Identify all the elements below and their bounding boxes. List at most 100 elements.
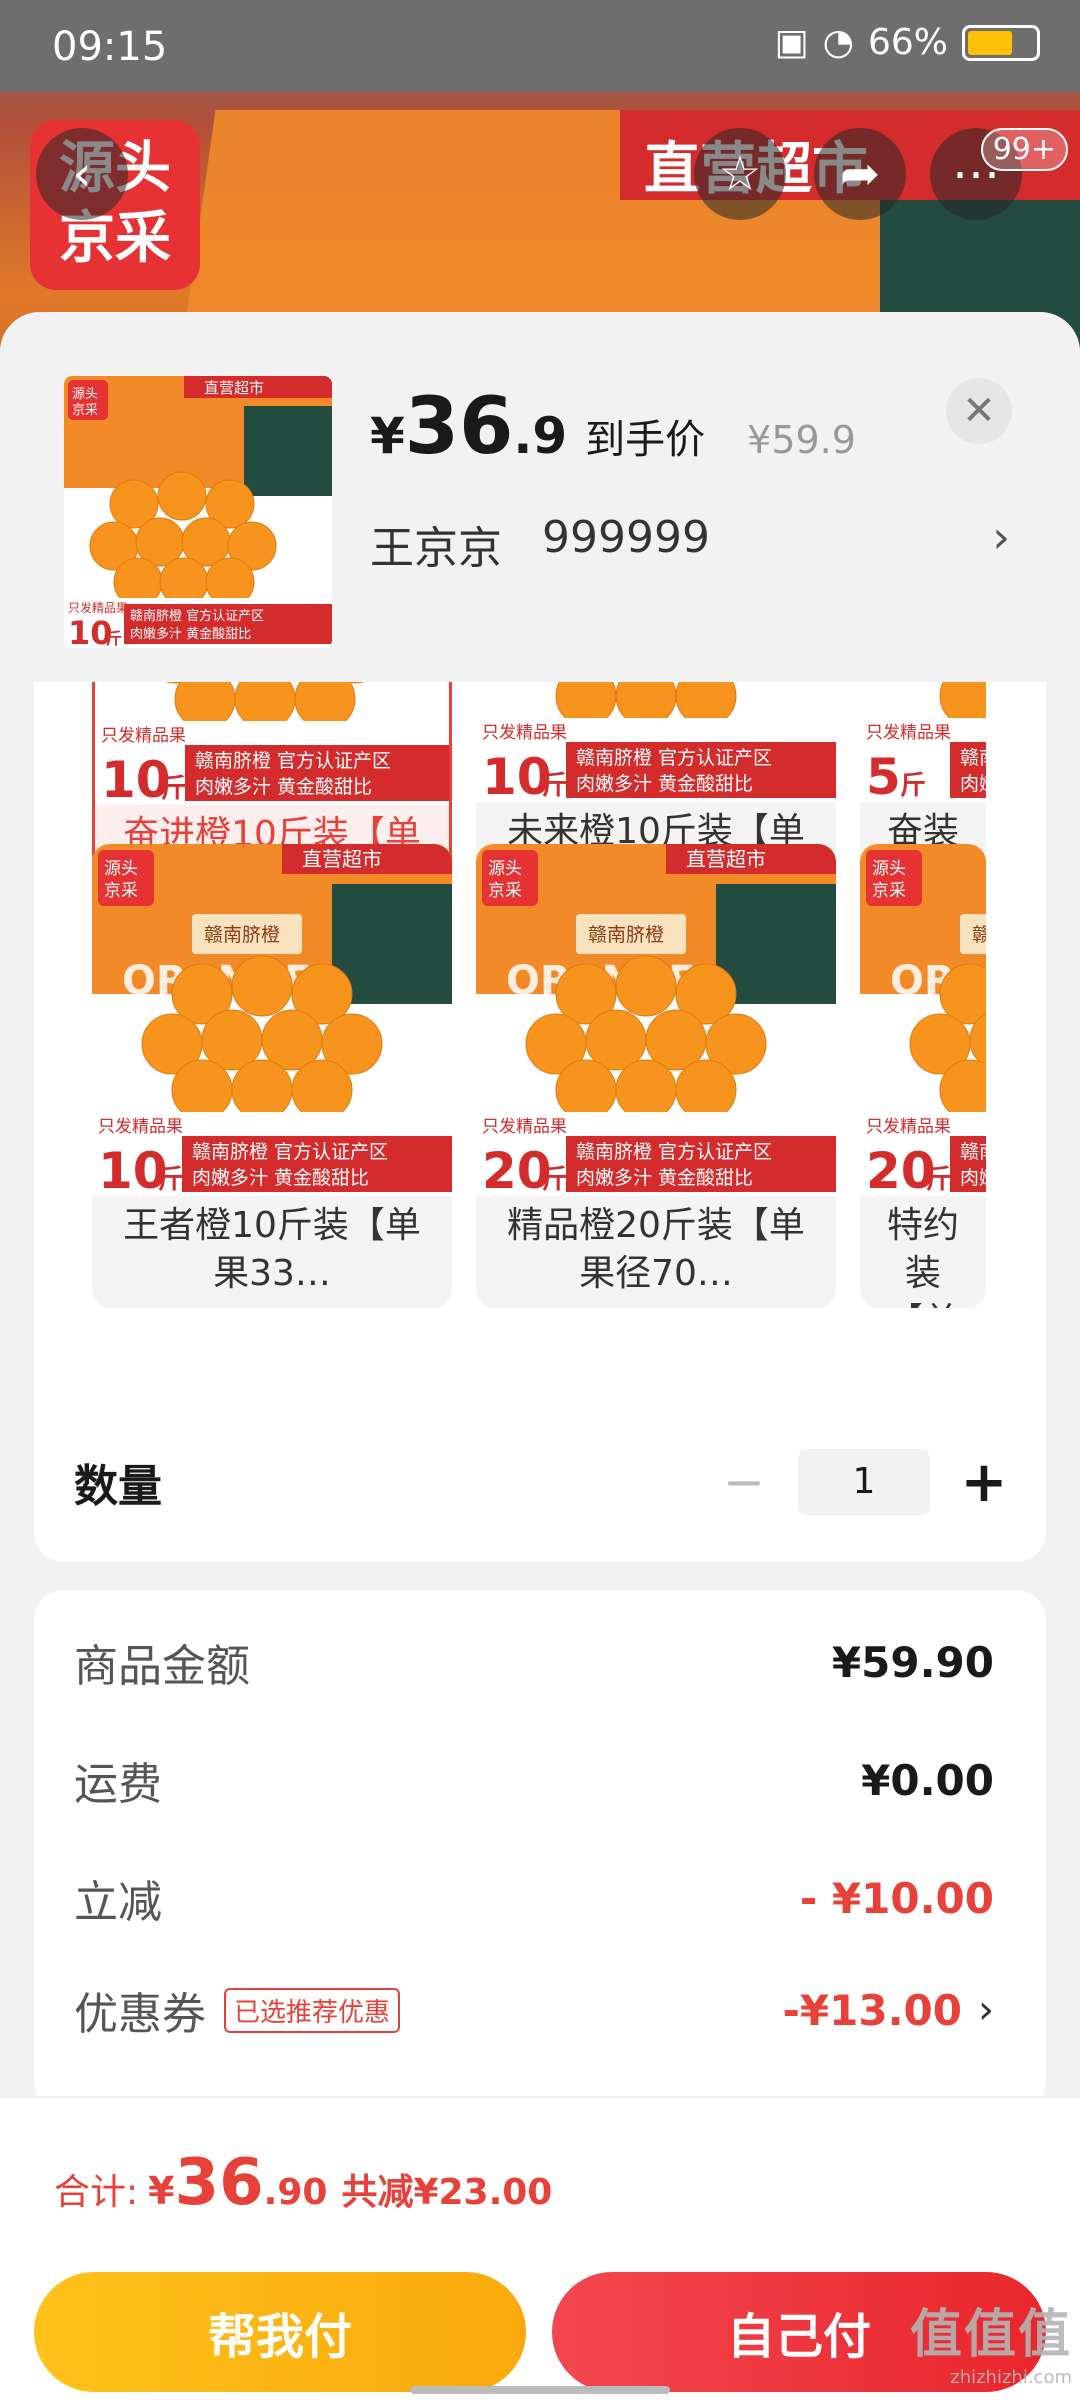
price-integer: 36 xyxy=(404,382,514,472)
home-indicator[interactable] xyxy=(410,2386,670,2394)
svg-text:肉嫩多汁 黄金酸甜比: 肉嫩多汁 黄金酸甜比 xyxy=(576,773,753,795)
svg-text:斤: 斤 xyxy=(542,1165,568,1195)
svg-text:只发精品果: 只发精品果 xyxy=(101,726,186,746)
coupon-tag: 已选推荐优惠 xyxy=(224,1987,401,2033)
quantity-label: 数量 xyxy=(74,1461,162,1512)
option-image: 直营超市源头京采赣南脐橙ORANGE只发精品果20斤赣南脐橙 官方认证产区肉嫩多… xyxy=(860,844,986,1200)
cost-card: 商品金额 ¥59.90 运费 ¥0.00 立减 - ¥10.00 优惠券 已选推… xyxy=(34,1590,1046,2110)
discount-row: 立减 - ¥10.00 xyxy=(74,1866,994,1930)
discount-label: 立减 xyxy=(74,1877,162,1928)
chevron-left-icon: ‹ xyxy=(72,146,92,202)
chevron-right-icon[interactable]: › xyxy=(992,512,1010,563)
purchase-sheet: 直营超市 源头 京采 只发精品果 10 斤 赣南脐橙 官方认证产区 肉嫩多汁 黄… xyxy=(0,312,1080,2400)
favorite-button[interactable]: ☆ xyxy=(694,128,786,220)
option-image: 直营超市源头京采赣南脐橙ORANGE只发精品果10斤赣南脐橙 官方认证产区肉嫩多… xyxy=(476,682,836,806)
svg-text:斤: 斤 xyxy=(926,1165,952,1195)
svg-text:京采: 京采 xyxy=(488,881,522,901)
shipping-label: 运费 xyxy=(74,1759,162,1810)
svg-text:赣南脐橙 官方认证产区: 赣南脐橙 官方认证产区 xyxy=(130,608,264,624)
svg-text:源头: 源头 xyxy=(72,387,98,402)
coupon-row[interactable]: 优惠券 已选推荐优惠 -¥13.00 › xyxy=(74,1978,994,2042)
cart-count-badge: 99+ xyxy=(980,128,1068,171)
address-row[interactable]: 王京京 999999 xyxy=(370,512,710,576)
sim-icon: ▣ xyxy=(774,22,809,63)
svg-text:赣南脐橙 官方认证产区: 赣南脐橙 官方认证产区 xyxy=(576,1141,772,1163)
recipient-name: 王京京 xyxy=(370,523,502,574)
price-symbol: ¥ xyxy=(370,407,405,465)
svg-text:5: 5 xyxy=(866,748,901,802)
svg-text:只发精品果: 只发精品果 xyxy=(866,723,951,743)
svg-text:斤: 斤 xyxy=(900,771,926,801)
svg-text:肉嫩多汁 黄金酸甜比: 肉嫩多汁 黄金酸甜比 xyxy=(195,776,372,798)
svg-text:肉嫩多汁 黄金酸甜比: 肉嫩多汁 黄金酸甜比 xyxy=(576,1167,753,1189)
quantity-input[interactable]: 1 xyxy=(798,1449,930,1515)
svg-text:赣南脐橙 官方认证产区: 赣南脐橙 官方认证产区 xyxy=(960,1141,986,1163)
option-tile[interactable]: 直营超市源头京采赣南脐橙ORANGE只发精品果20斤赣南脐橙 官方认证产区肉嫩多… xyxy=(860,844,986,1308)
status-bar: 09:15 ▣ ◔ 66% xyxy=(0,0,1080,92)
svg-text:只发精品果: 只发精品果 xyxy=(482,1117,567,1137)
svg-text:京采: 京采 xyxy=(72,403,98,418)
battery-icon xyxy=(962,24,1040,61)
options-card: 直营超市源头京采赣南脐橙ORANGE只发精品果10斤赣南脐橙 官方认证产区肉嫩多… xyxy=(34,682,1046,1562)
goods-amount-label: 商品金额 xyxy=(74,1641,250,1692)
svg-text:只发精品果: 只发精品果 xyxy=(98,1117,183,1137)
option-image: 直营超市源头京采赣南脐橙ORANGE只发精品果20斤赣南脐橙 官方认证产区肉嫩多… xyxy=(476,844,836,1200)
total-row: 合计: ¥ 36 .90 共减¥23.00 xyxy=(54,2146,552,2220)
svg-text:源头: 源头 xyxy=(104,859,138,879)
svg-text:肉嫩多汁 黄金酸甜比: 肉嫩多汁 黄金酸甜比 xyxy=(192,1167,369,1189)
svg-text:斤: 斤 xyxy=(161,774,187,804)
svg-text:京采: 京采 xyxy=(872,881,906,901)
svg-text:肉嫩多汁 黄金酸甜比: 肉嫩多汁 黄金酸甜比 xyxy=(130,626,251,642)
recipient-phone: 999999 xyxy=(542,512,710,563)
chevron-right-icon: › xyxy=(978,1987,994,2033)
wifi-icon: ◔ xyxy=(822,22,854,63)
option-label: 特约装【单 xyxy=(886,1205,959,1308)
svg-text:赣南脐橙: 赣南脐橙 xyxy=(588,924,664,946)
total-label: 合计: xyxy=(54,2172,139,2213)
battery-percent: 66% xyxy=(867,22,948,63)
option-label: 精品橙20斤装【单果径70… xyxy=(507,1205,805,1294)
total-saved: 共减¥23.00 xyxy=(341,2172,553,2213)
close-icon: ✕ xyxy=(962,388,996,434)
shipping-row: 运费 ¥0.00 xyxy=(74,1748,994,1812)
quantity-row: 数量 − 1 + xyxy=(74,1442,1014,1522)
svg-text:只发精品果: 只发精品果 xyxy=(482,723,567,743)
svg-text:斤: 斤 xyxy=(106,629,122,648)
svg-text:只发精品果: 只发精品果 xyxy=(68,600,128,615)
svg-text:斤: 斤 xyxy=(158,1165,184,1195)
total-integer: 36 xyxy=(174,2146,264,2220)
option-image: 直营超市源头京采赣南脐橙ORANGE只发精品果10斤赣南脐橙 官方认证产区肉嫩多… xyxy=(92,844,452,1200)
decrease-button[interactable]: − xyxy=(714,1453,774,1511)
help-pay-button[interactable]: 帮我付 xyxy=(34,2272,526,2392)
shipping-value: ¥0.00 xyxy=(861,1755,994,1805)
option-image: 直营超市源头京采赣南脐橙ORANGE只发精品果10斤赣南脐橙 官方认证产区肉嫩多… xyxy=(95,682,449,809)
coupon-label: 优惠券 xyxy=(74,1989,206,2040)
goods-amount-row: 商品金额 ¥59.90 xyxy=(74,1630,994,1694)
svg-text:直营超市: 直营超市 xyxy=(686,847,766,871)
svg-text:赣南脐橙 官方认证产区: 赣南脐橙 官方认证产区 xyxy=(960,747,986,769)
svg-text:京采: 京采 xyxy=(104,881,138,901)
back-button[interactable]: ‹ xyxy=(36,128,128,220)
svg-text:赣南脐橙 官方认证产区: 赣南脐橙 官方认证产区 xyxy=(195,750,391,772)
price-label: 到手价 xyxy=(585,417,706,463)
price-decimal: .9 xyxy=(513,407,568,465)
increase-button[interactable]: + xyxy=(954,1450,1014,1515)
total-symbol: ¥ xyxy=(148,2169,175,2213)
goods-amount-value: ¥59.90 xyxy=(831,1637,994,1687)
discount-value: - ¥10.00 xyxy=(799,1873,994,1923)
total-decimal: .90 xyxy=(263,2172,328,2213)
option-tile[interactable]: 直营超市源头京采赣南脐橙ORANGE只发精品果10斤赣南脐橙 官方认证产区肉嫩多… xyxy=(92,844,452,1308)
coupon-value: -¥13.00 xyxy=(782,1985,962,2035)
close-button[interactable]: ✕ xyxy=(946,378,1012,444)
status-icons: ▣ ◔ 66% xyxy=(775,22,1040,63)
svg-text:源头: 源头 xyxy=(872,859,906,879)
svg-text:赣南脐橙 官方认证产区: 赣南脐橙 官方认证产区 xyxy=(192,1141,388,1163)
price-row: ¥36.9 到手价 ¥59.9 xyxy=(370,382,856,472)
sheet-header: 直营超市 源头 京采 只发精品果 10 斤 赣南脐橙 官方认证产区 肉嫩多汁 黄… xyxy=(0,312,1080,682)
svg-text:赣南脐橙 官方认证产区: 赣南脐橙 官方认证产区 xyxy=(576,747,772,769)
share-icon: ➦ xyxy=(839,146,881,202)
svg-text:只发精品果: 只发精品果 xyxy=(866,1117,951,1137)
option-tile[interactable]: 直营超市源头京采赣南脐橙ORANGE只发精品果20斤赣南脐橙 官方认证产区肉嫩多… xyxy=(476,844,836,1308)
share-button[interactable]: ➦ xyxy=(814,128,906,220)
svg-text:直营超市: 直营超市 xyxy=(302,847,382,871)
